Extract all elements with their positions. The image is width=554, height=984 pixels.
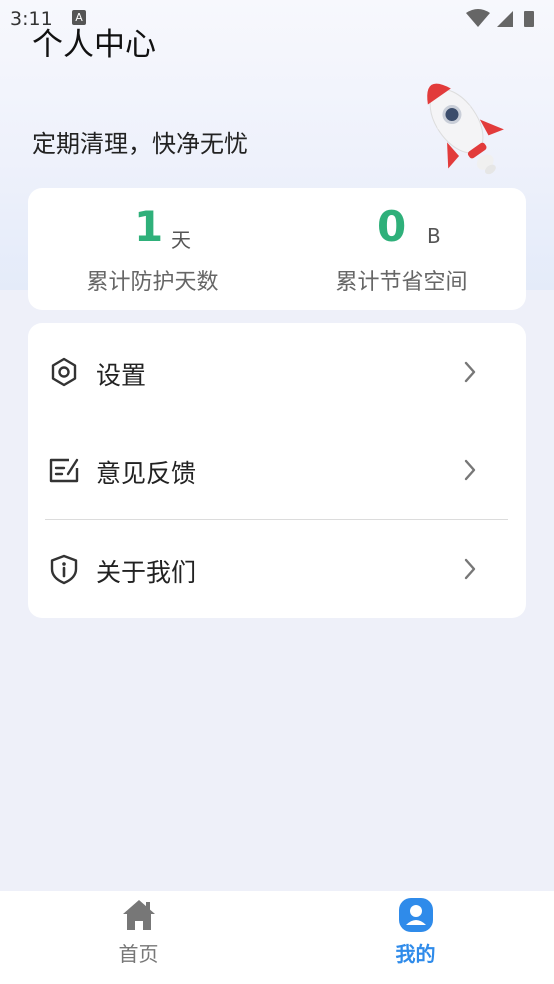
page-title: 个人中心 — [32, 27, 156, 63]
user-icon — [399, 898, 433, 932]
menu-item-feedback[interactable]: 意见反馈 — [28, 421, 526, 519]
menu-item-label: 设置 — [96, 361, 147, 390]
protection-days-value: 1 — [134, 202, 164, 251]
stats-card: 1 天 累计防护天数 0 B 累计节省空间 — [28, 188, 526, 310]
info-shield-icon — [50, 554, 78, 585]
menu-item-about-us[interactable]: 关于我们 — [28, 520, 526, 618]
menu-item-settings[interactable]: 设置 — [28, 323, 526, 421]
saved-space-stat: 0 B 累计节省空间 — [277, 188, 526, 310]
menu-item-label: 关于我们 — [96, 558, 197, 587]
menu-card: 设置 意见反馈 关于我们 — [28, 323, 526, 618]
gear-icon — [51, 357, 77, 387]
protection-days-stat: 1 天 累计防护天数 — [28, 188, 277, 310]
signal-icons — [466, 9, 534, 27]
home-icon — [123, 900, 155, 930]
chevron-right-icon — [464, 558, 476, 580]
nav-tab-label: 我的 — [395, 942, 436, 966]
slogan-text: 定期清理，快净无忧 — [32, 130, 248, 158]
feedback-icon — [49, 458, 79, 483]
chevron-right-icon — [464, 361, 476, 383]
menu-item-label: 意见反馈 — [96, 459, 197, 488]
rocket-illustration — [427, 83, 504, 175]
nav-tab-mine[interactable]: 我的 — [277, 891, 554, 984]
chevron-right-icon — [464, 459, 476, 481]
nav-tab-home[interactable]: 首页 — [0, 891, 277, 984]
saved-space-value: 0 — [377, 202, 407, 251]
nav-tab-label: 首页 — [118, 942, 159, 966]
saved-space-label: 累计节省空间 — [335, 270, 468, 295]
saved-space-unit: B — [427, 224, 441, 248]
bottom-nav: 首页 我的 — [0, 891, 554, 984]
protection-days-label: 累计防护天数 — [86, 270, 219, 295]
protection-days-unit: 天 — [171, 228, 191, 252]
